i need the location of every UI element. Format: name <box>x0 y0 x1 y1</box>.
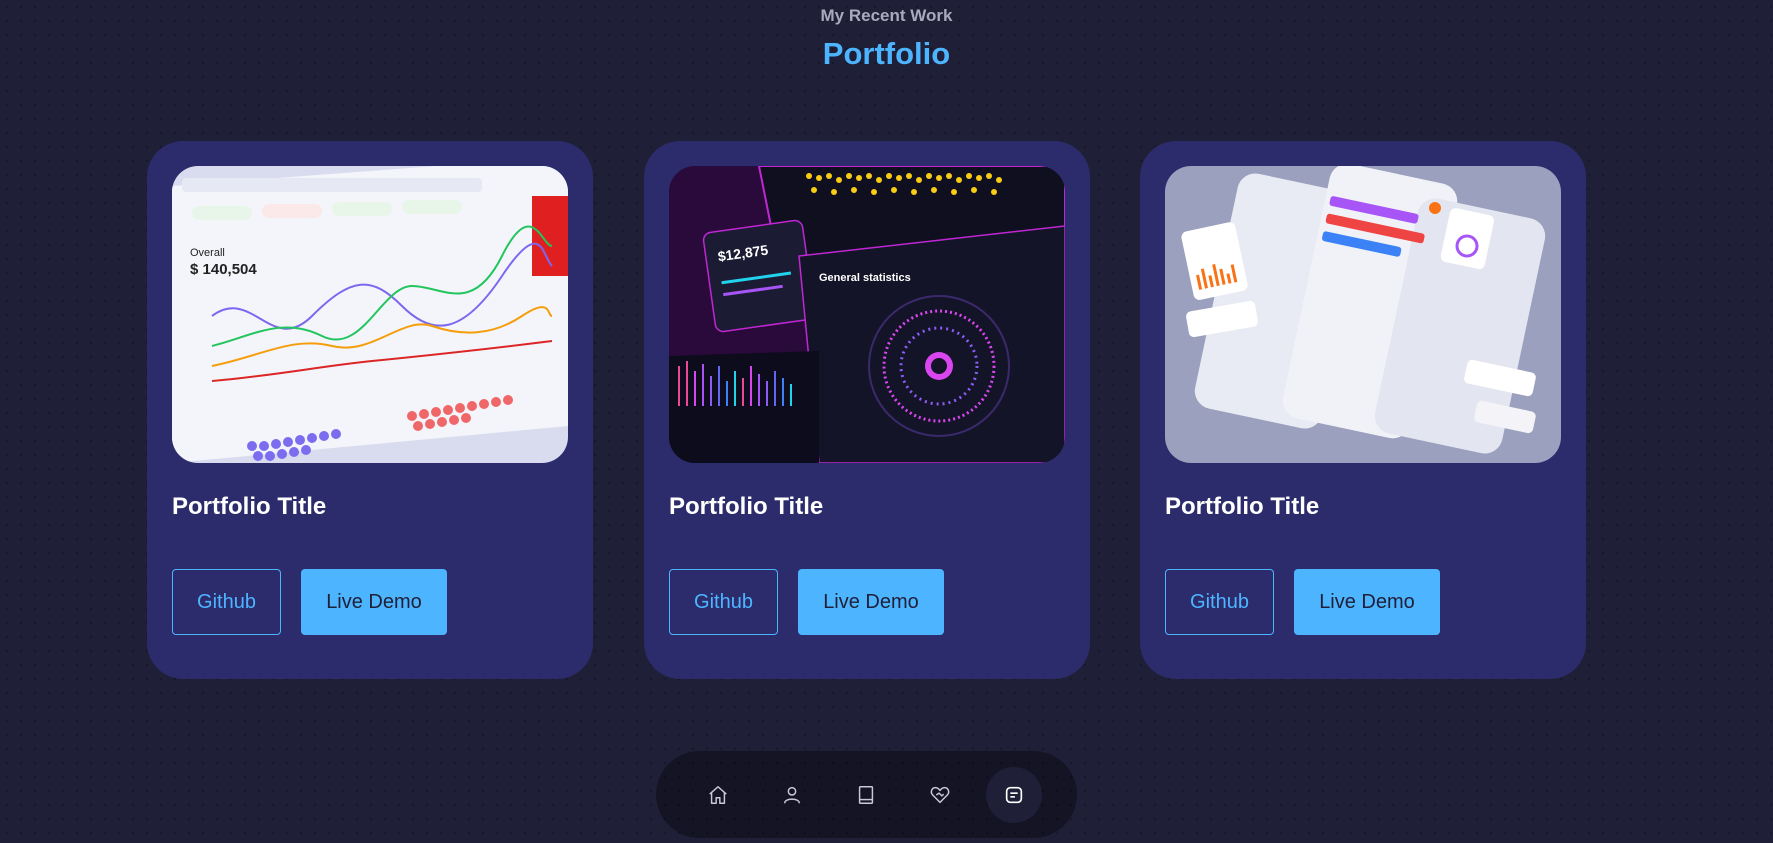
portfolio-card: $12,875 General statistics Portfolio Tit… <box>644 141 1090 679</box>
portfolio-card: Overall $ 140,504 Portfolio Title Github… <box>147 141 593 679</box>
portfolio-image: $12,875 General statistics <box>669 166 1065 463</box>
nav-services[interactable] <box>912 767 968 823</box>
bottom-nav <box>656 751 1077 838</box>
github-button[interactable]: Github <box>669 569 778 635</box>
section-title: Portfolio <box>822 36 951 71</box>
portfolio-image: Overall $ 140,504 <box>172 166 568 463</box>
github-button[interactable]: Github <box>172 569 281 635</box>
handshake-heart-icon <box>930 786 950 804</box>
nav-experience[interactable] <box>838 767 894 823</box>
svg-text:General statistics: General statistics <box>819 272 911 284</box>
portfolio-title: Portfolio Title <box>172 493 327 520</box>
svg-text:$ 140,504: $ 140,504 <box>190 261 257 278</box>
book-icon <box>858 786 874 804</box>
portfolio-image <box>1165 166 1561 463</box>
svg-text:Overall: Overall <box>190 247 225 259</box>
message-icon <box>1005 786 1023 804</box>
user-icon <box>783 786 801 804</box>
portfolio-card: Portfolio Title Github Live Demo <box>1140 141 1586 679</box>
portfolio-title: Portfolio Title <box>1165 493 1320 520</box>
github-button[interactable]: Github <box>1165 569 1274 635</box>
live-demo-button[interactable]: Live Demo <box>1294 569 1440 635</box>
nav-portfolio[interactable] <box>986 767 1042 823</box>
section-subtitle: My Recent Work <box>820 6 953 25</box>
nav-home[interactable] <box>690 767 746 823</box>
nav-about[interactable] <box>764 767 820 823</box>
home-icon <box>709 786 727 804</box>
live-demo-button[interactable]: Live Demo <box>301 569 447 635</box>
portfolio-title: Portfolio Title <box>669 493 824 520</box>
live-demo-button[interactable]: Live Demo <box>798 569 944 635</box>
